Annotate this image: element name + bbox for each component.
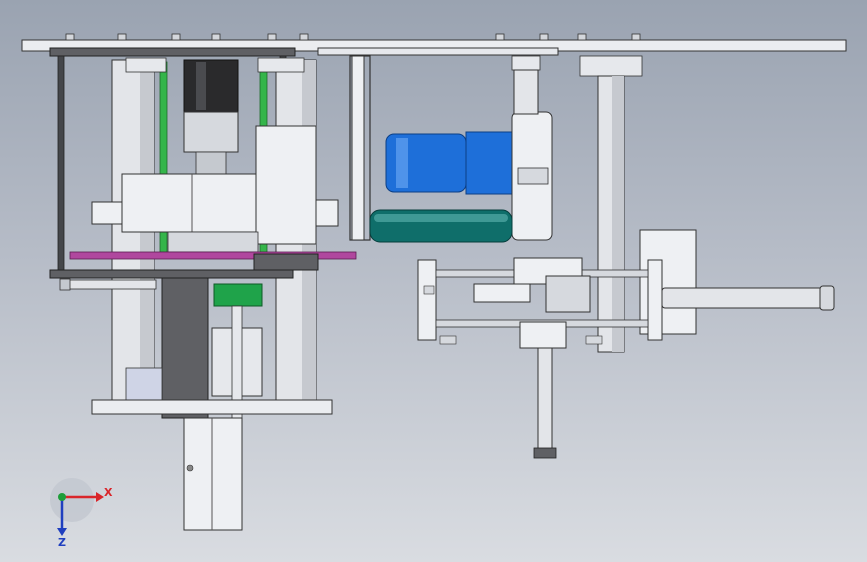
base-plate <box>91 399 333 415</box>
assembly-drawing[interactable]: X Z <box>0 0 867 562</box>
bearing-housing <box>167 231 259 253</box>
triad-z-arrow <box>57 528 67 536</box>
teal-roller-highlight <box>374 214 508 222</box>
horizontal-cylinder <box>473 283 531 303</box>
lower-cylinder-port <box>186 464 194 472</box>
carriage-block[interactable] <box>121 173 257 233</box>
triad-x-arrow <box>96 492 104 502</box>
gripper-shaft <box>231 305 243 437</box>
stepper-motor-body[interactable] <box>183 59 239 113</box>
carriage-left-tab <box>91 201 123 225</box>
mid-plate-cap <box>253 253 319 271</box>
clamp-block-lower <box>519 321 567 349</box>
clamp-block <box>545 275 591 313</box>
triad-y-axis <box>58 493 66 501</box>
left-shaft-nut <box>59 278 71 291</box>
motor-coupler <box>195 151 227 175</box>
right-shaft-1 <box>513 69 539 115</box>
left-horizontal-shaft <box>65 279 157 290</box>
top-plate-bracket <box>317 47 559 56</box>
top-bolts <box>65 33 641 41</box>
lower-cylinder[interactable] <box>183 417 243 531</box>
coordinate-triad: X Z <box>50 478 113 549</box>
hanger-bracket-vertical <box>351 55 365 241</box>
left-frame-post-outer <box>57 55 65 279</box>
green-slider-block[interactable] <box>213 283 263 307</box>
horizontal-frame-right-plate <box>647 259 663 341</box>
gear-box-cap <box>517 167 549 185</box>
carriage-right-block <box>255 125 317 245</box>
vertical-pusher-rod[interactable] <box>537 347 553 451</box>
carriage-right-tab <box>315 199 339 227</box>
blue-motor-gearhead <box>465 131 515 195</box>
triad-x-label: X <box>104 486 113 499</box>
stepper-motor-flange <box>183 111 239 153</box>
extension-tube[interactable] <box>661 287 833 309</box>
extension-tube-end <box>819 285 835 311</box>
top-plate-dark-section[interactable] <box>49 47 296 57</box>
pusher-rod-tip <box>533 447 557 459</box>
dark-slide-plate[interactable] <box>161 277 209 419</box>
triad-z-label: Z <box>58 536 66 549</box>
triad-origin-shadow <box>50 478 94 522</box>
blue-motor-highlight <box>396 138 408 188</box>
cad-viewport[interactable]: X Z <box>0 0 867 562</box>
right-shaft-2-shade <box>612 76 624 352</box>
horizontal-frame-left-plate <box>417 259 437 341</box>
mid-plate <box>49 269 294 279</box>
stepper-motor-highlight <box>196 62 206 110</box>
